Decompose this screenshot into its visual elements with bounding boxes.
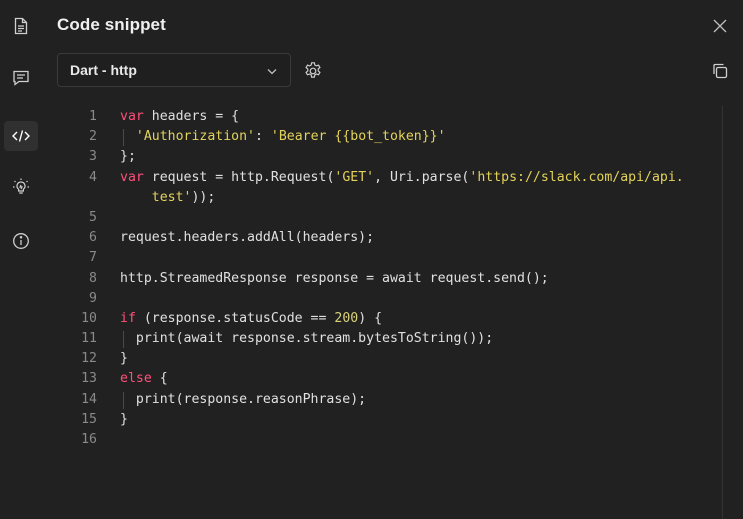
comments-icon	[13, 70, 29, 86]
code-token: headers = {	[143, 109, 240, 124]
line-number: 2	[89, 129, 97, 145]
info-icon	[13, 233, 29, 249]
code-token: 'Bearer {{bot_token}}'	[270, 129, 446, 145]
code-line: 16	[57, 430, 717, 450]
line-number: 10	[81, 310, 97, 326]
code-text: request.headers.addAll(headers);	[120, 228, 374, 248]
indent-guide	[123, 129, 124, 147]
panel-title: Code snippet	[57, 15, 166, 34]
lightbulb-icon	[13, 178, 29, 194]
documentation-icon	[14, 17, 28, 35]
documentation-button[interactable]	[4, 11, 38, 41]
line-number: 4	[89, 169, 97, 185]
code-line: 3};	[57, 147, 717, 167]
code-token: print(response.reasonPhrase);	[120, 391, 367, 407]
code-text: }	[120, 410, 128, 430]
code-text: };	[120, 147, 136, 167]
line-number: 16	[81, 432, 97, 447]
code-line: 15}	[57, 410, 717, 430]
code-token: print(await response.stream.bytesToStrin…	[120, 331, 494, 347]
scrollbar-track[interactable]	[722, 106, 723, 519]
line-number: 12	[81, 351, 97, 367]
code-token: ) {	[358, 310, 383, 326]
info-button[interactable]	[4, 226, 38, 256]
close-button[interactable]	[710, 16, 730, 36]
code-text: 'Authorization': 'Bearer {{bot_token}}'	[120, 127, 446, 147]
code-line: 14 print(response.reasonPhrase);	[57, 390, 717, 410]
sidebar-rail	[0, 0, 42, 519]
code-token: else	[120, 371, 152, 387]
code-line: 1 var headers = {	[57, 107, 717, 127]
copy-button[interactable]	[710, 61, 730, 81]
code-text: http.StreamedResponse response = await r…	[120, 269, 549, 289]
code-text: var request = http.Request('GET', Uri.pa…	[120, 168, 684, 188]
code-token: request = http.Request(	[143, 169, 335, 185]
indent-guide	[123, 391, 124, 409]
code-line: 6 request.headers.addAll(headers);	[57, 228, 717, 248]
code-line: 8 http.StreamedResponse response = await …	[57, 269, 717, 289]
code-snippet-button[interactable]	[4, 121, 38, 151]
language-select-value: Dart - http	[70, 62, 137, 78]
code-text: else {	[120, 369, 168, 389]
line-number: 7	[89, 250, 97, 266]
code-token: ));	[191, 189, 216, 205]
code-line: test'));	[57, 188, 717, 208]
code-line: 13 else {	[57, 369, 717, 389]
code-token: if	[120, 310, 136, 326]
line-number: 6	[89, 230, 97, 246]
code-token: :	[254, 129, 271, 145]
code-line: 2 'Authorization': 'Bearer {{bot_token}}…	[57, 127, 717, 147]
code-token: }	[120, 411, 128, 427]
code-icon	[12, 130, 30, 142]
line-number: 3	[89, 149, 97, 165]
code-token: http.StreamedResponse response = await r…	[120, 270, 549, 286]
gear-icon	[305, 62, 321, 78]
line-number: 1	[89, 109, 97, 124]
snippet-settings-button[interactable]	[301, 59, 325, 83]
line-number: 9	[89, 290, 97, 306]
code-text: print(await response.stream.bytesToStrin…	[120, 329, 493, 349]
code-line: 4 var request = http.Request('GET', Uri.p…	[57, 168, 717, 188]
code-line: 7	[57, 248, 717, 268]
code-token: var	[120, 109, 144, 124]
line-number: 15	[81, 411, 97, 427]
code-token: };	[120, 149, 136, 165]
code-text: test'));	[120, 188, 216, 208]
code-line: 10 if (response.statusCode == 200) {	[57, 309, 717, 329]
code-text: print(response.reasonPhrase);	[120, 390, 366, 410]
code-text: }	[120, 349, 128, 369]
line-number: 8	[89, 270, 97, 286]
code-token: var	[120, 169, 144, 185]
code-token: 200	[334, 310, 359, 326]
chevron-down-icon	[266, 64, 278, 80]
code-line: 9	[57, 289, 717, 309]
line-number: 5	[89, 209, 97, 225]
code-text: var headers = {	[120, 107, 239, 127]
code-token: (response.statusCode ==	[135, 310, 335, 326]
code-token: 'GET'	[334, 169, 375, 185]
suggestions-button[interactable]	[4, 172, 38, 202]
language-select[interactable]: Dart - http	[57, 53, 291, 87]
code-token: , Uri.parse(	[374, 169, 470, 185]
code-token: request.headers.addAll(headers);	[120, 230, 375, 246]
code-token: 'Authorization'	[135, 129, 255, 145]
code-token: }	[120, 351, 128, 367]
code-line: 5	[57, 208, 717, 228]
code-editor[interactable]: 1 var headers = {2 'Authorization': 'Bear…	[57, 107, 717, 450]
code-token: {	[151, 371, 168, 387]
line-number: 13	[81, 371, 97, 387]
comments-button[interactable]	[4, 63, 38, 93]
copy-icon	[713, 63, 728, 79]
code-line: 12}	[57, 349, 717, 369]
line-number: 11	[81, 331, 97, 347]
code-token: test'	[151, 189, 192, 205]
line-number: 14	[81, 391, 97, 407]
code-text: if (response.statusCode == 200) {	[120, 309, 382, 329]
indent-guide	[123, 331, 124, 349]
close-icon	[713, 19, 727, 33]
code-token: 'https://slack.com/api/api.	[469, 169, 684, 185]
code-line: 11 print(await response.stream.bytesToSt…	[57, 329, 717, 349]
